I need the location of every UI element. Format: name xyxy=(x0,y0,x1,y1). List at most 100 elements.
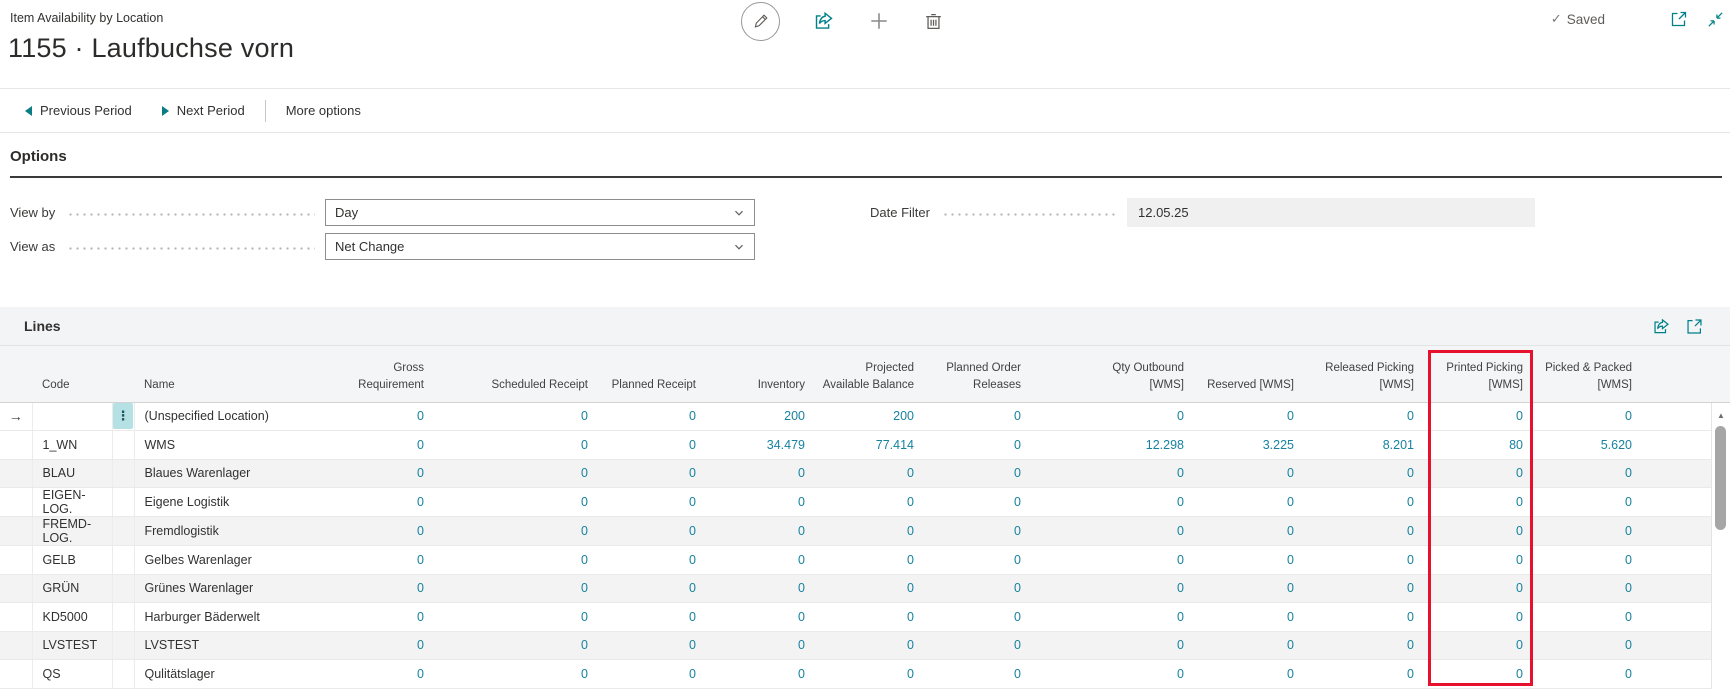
value-cell[interactable]: 0 xyxy=(924,402,1031,431)
value-cell[interactable]: 0 xyxy=(815,603,924,632)
value-cell[interactable]: 0 xyxy=(1194,574,1304,603)
share-button[interactable] xyxy=(813,10,835,32)
code-cell[interactable]: KD5000 xyxy=(32,603,112,632)
column-header-inventory[interactable]: Inventory xyxy=(706,346,815,402)
value-cell[interactable]: 0 xyxy=(1304,459,1424,488)
value-cell[interactable]: 0 xyxy=(598,660,706,689)
column-header-qty-outbound[interactable]: Qty Outbound [WMS] xyxy=(1031,346,1194,402)
value-cell[interactable]: 0 xyxy=(815,660,924,689)
value-cell[interactable]: 0 xyxy=(706,631,815,660)
name-cell[interactable]: (Unspecified Location) xyxy=(134,402,340,431)
value-cell[interactable]: 0 xyxy=(434,574,598,603)
value-cell[interactable]: 0 xyxy=(924,546,1031,575)
value-cell[interactable]: 0 xyxy=(924,431,1031,460)
value-cell[interactable]: 0 xyxy=(434,603,598,632)
value-cell[interactable]: 0 xyxy=(340,574,434,603)
value-cell[interactable]: 5.620 xyxy=(1533,431,1642,460)
value-cell[interactable]: 0 xyxy=(1031,660,1194,689)
value-cell[interactable]: 0 xyxy=(598,546,706,575)
value-cell[interactable]: 0 xyxy=(1194,488,1304,517)
value-cell[interactable]: 0 xyxy=(1304,517,1424,546)
value-cell[interactable]: 0 xyxy=(1031,459,1194,488)
value-cell[interactable]: 0 xyxy=(706,660,815,689)
value-cell[interactable]: 0 xyxy=(598,517,706,546)
value-cell[interactable]: 0 xyxy=(706,488,815,517)
table-row[interactable]: GELBGelbes Warenlager00000000000 xyxy=(0,546,1730,575)
value-cell[interactable]: 0 xyxy=(1304,488,1424,517)
value-cell[interactable]: 0 xyxy=(815,459,924,488)
value-cell[interactable]: 0 xyxy=(1031,488,1194,517)
row-ellipsis-button[interactable]: ⋮ xyxy=(113,403,133,429)
code-cell[interactable]: 1_WN xyxy=(32,431,112,460)
add-button[interactable] xyxy=(868,10,890,32)
value-cell[interactable]: 0 xyxy=(598,631,706,660)
value-cell[interactable]: 0 xyxy=(1304,631,1424,660)
value-cell[interactable]: 0 xyxy=(706,517,815,546)
value-cell[interactable]: 0 xyxy=(1424,603,1533,632)
value-cell[interactable]: 0 xyxy=(340,402,434,431)
value-cell[interactable]: 0 xyxy=(340,431,434,460)
code-cell[interactable]: FREMD-LOG. xyxy=(32,517,112,546)
value-cell[interactable]: 8.201 xyxy=(1304,431,1424,460)
value-cell[interactable]: 0 xyxy=(1031,574,1194,603)
value-cell[interactable]: 0 xyxy=(340,488,434,517)
name-cell[interactable]: Fremdlogistik xyxy=(134,517,340,546)
value-cell[interactable]: 0 xyxy=(1533,631,1642,660)
value-cell[interactable]: 0 xyxy=(924,488,1031,517)
name-cell[interactable]: Eigene Logistik xyxy=(134,488,340,517)
value-cell[interactable]: 0 xyxy=(1304,660,1424,689)
value-cell[interactable]: 0 xyxy=(1304,603,1424,632)
value-cell[interactable]: 0 xyxy=(598,459,706,488)
value-cell[interactable]: 0 xyxy=(434,546,598,575)
view-as-select[interactable]: Net Change xyxy=(325,233,755,260)
value-cell[interactable]: 3.225 xyxy=(1194,431,1304,460)
value-cell[interactable]: 0 xyxy=(924,603,1031,632)
code-cell[interactable]: GELB xyxy=(32,546,112,575)
name-cell[interactable]: Grünes Warenlager xyxy=(134,574,340,603)
value-cell[interactable]: 0 xyxy=(1424,459,1533,488)
value-cell[interactable]: 0 xyxy=(340,459,434,488)
code-cell[interactable]: LVSTEST xyxy=(32,631,112,660)
name-cell[interactable]: Qulitätslager xyxy=(134,660,340,689)
value-cell[interactable]: 0 xyxy=(1194,603,1304,632)
value-cell[interactable]: 0 xyxy=(1304,402,1424,431)
column-header-reserved-wms-[interactable]: Reserved [WMS] xyxy=(1194,346,1304,402)
value-cell[interactable]: 0 xyxy=(815,574,924,603)
value-cell[interactable]: 0 xyxy=(706,546,815,575)
value-cell[interactable]: 0 xyxy=(1424,660,1533,689)
collapse-button[interactable] xyxy=(1706,10,1725,29)
code-cell[interactable]: BLAU xyxy=(32,459,112,488)
more-options-button[interactable]: More options xyxy=(286,103,361,118)
next-period-button[interactable]: Next Period xyxy=(162,103,245,118)
value-cell[interactable]: 80 xyxy=(1424,431,1533,460)
value-cell[interactable]: 0 xyxy=(815,546,924,575)
table-row[interactable]: 1_WNWMS00034.47977.414012.2983.2258.2018… xyxy=(0,431,1730,460)
value-cell[interactable]: 0 xyxy=(598,488,706,517)
value-cell[interactable]: 0 xyxy=(598,402,706,431)
value-cell[interactable]: 0 xyxy=(340,660,434,689)
column-header-planned-order[interactable]: Planned Order Releases xyxy=(924,346,1031,402)
table-scrollbar[interactable]: ▲ xyxy=(1711,403,1730,689)
value-cell[interactable]: 0 xyxy=(924,459,1031,488)
value-cell[interactable]: 0 xyxy=(1533,402,1642,431)
value-cell[interactable]: 0 xyxy=(1031,402,1194,431)
table-row[interactable]: EIGEN-LOG.Eigene Logistik00000000000 xyxy=(0,488,1730,517)
value-cell[interactable]: 0 xyxy=(1424,517,1533,546)
name-cell[interactable]: WMS xyxy=(134,431,340,460)
value-cell[interactable]: 0 xyxy=(1533,660,1642,689)
value-cell[interactable]: 0 xyxy=(1533,603,1642,632)
value-cell[interactable]: 0 xyxy=(1194,546,1304,575)
value-cell[interactable]: 12.298 xyxy=(1031,431,1194,460)
previous-period-button[interactable]: Previous Period xyxy=(25,103,132,118)
edit-button[interactable] xyxy=(741,2,780,41)
column-header-released-picking[interactable]: Released Picking [WMS] xyxy=(1304,346,1424,402)
value-cell[interactable]: 0 xyxy=(1194,517,1304,546)
value-cell[interactable]: 0 xyxy=(924,517,1031,546)
value-cell[interactable]: 0 xyxy=(1424,402,1533,431)
table-row[interactable]: LVSTESTLVSTEST00000000000 xyxy=(0,631,1730,660)
column-header-planned-receipt[interactable]: Planned Receipt xyxy=(598,346,706,402)
value-cell[interactable]: 0 xyxy=(598,431,706,460)
value-cell[interactable]: 0 xyxy=(434,517,598,546)
value-cell[interactable]: 0 xyxy=(1031,546,1194,575)
value-cell[interactable]: 0 xyxy=(1424,488,1533,517)
